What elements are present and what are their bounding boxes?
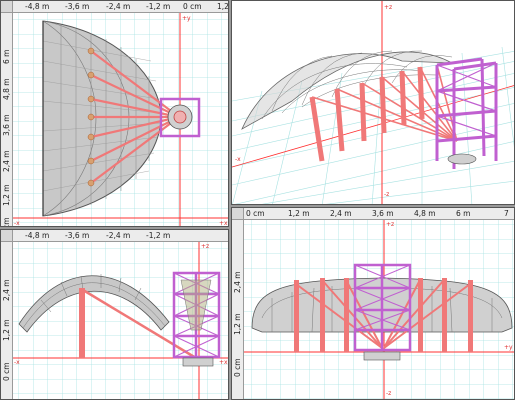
ruler-tick: 0 cm — [183, 2, 202, 11]
axis-label: +z — [384, 4, 393, 11]
ruler-tick: 1,2 m — [2, 319, 11, 341]
ruler-tick: -3,6 m — [65, 231, 90, 240]
ruler-tick: -3,6 m — [65, 2, 90, 11]
viewport-front[interactable]: -4,8 m -3,6 m -2,4 m -1,2 m 2,4 m 1,2 m … — [0, 229, 229, 400]
axis-label: +x — [219, 359, 228, 366]
vertical-ruler[interactable]: 2,4 m 1,2 m 0 cm — [232, 219, 244, 399]
ruler-tick: 2,4 m — [2, 279, 11, 301]
horizontal-ruler[interactable]: -4,8 m -3,6 m -2,4 m -1,2 m 0 cm 1,2 — [1, 1, 228, 13]
vertical-ruler[interactable]: 6 m 4,8 m 3,6 m 2,4 m 1,2 m 0 cm — [1, 12, 13, 226]
ruler-tick: -1,2 m — [146, 231, 171, 240]
ruler-tick: 1,2 m — [233, 313, 242, 335]
ruler-tick: 2,4 m — [330, 209, 352, 218]
ruler-tick: 0 cm — [246, 209, 265, 218]
ruler-tick: -4,8 m — [25, 231, 50, 240]
ruler-tick: 4,8 m — [2, 78, 11, 100]
ruler-tick: 1,2 m — [2, 184, 11, 206]
horizontal-ruler[interactable]: -4,8 m -3,6 m -2,4 m -1,2 m — [1, 230, 228, 242]
horizontal-ruler[interactable]: 0 cm 1,2 m 2,4 m 3,6 m 4,8 m 6 m 7 — [232, 208, 514, 220]
ruler-tick: 1,2 — [217, 2, 229, 11]
ruler-corner — [232, 208, 244, 220]
axis-label: +y — [182, 15, 191, 22]
viewport-perspective[interactable]: +z -z -x — [231, 0, 515, 205]
ruler-tick: 0 cm — [233, 358, 242, 377]
axis-label: -x — [14, 220, 20, 227]
axis-label: -x — [235, 156, 241, 163]
viewport-front-canvas — [12, 241, 228, 399]
ruler-tick: 6 m — [456, 209, 471, 218]
ruler-tick: 0 cm — [2, 217, 11, 227]
ruler-corner — [1, 1, 13, 13]
viewport-side[interactable]: 0 cm 1,2 m 2,4 m 3,6 m 4,8 m 6 m 7 2,4 m… — [231, 207, 515, 400]
ruler-tick: 0 cm — [2, 362, 11, 381]
axis-label: +y — [504, 344, 513, 351]
axis-label: +z — [201, 243, 210, 250]
viewport-side-canvas — [243, 219, 514, 399]
ruler-tick: -1,2 m — [146, 2, 171, 11]
ruler-tick: -2,4 m — [106, 231, 131, 240]
ruler-tick: -2,4 m — [106, 2, 131, 11]
axis-label: +x — [219, 220, 228, 227]
ruler-tick: 6 m — [2, 49, 11, 64]
viewport-top-canvas — [12, 12, 228, 226]
ruler-tick: 3,6 m — [372, 209, 394, 218]
viewport-top[interactable]: -4,8 m -3,6 m -2,4 m -1,2 m 0 cm 1,2 6 m… — [0, 0, 229, 227]
ruler-tick: 2,4 m — [233, 271, 242, 293]
ruler-tick: 3,6 m — [2, 114, 11, 136]
ruler-tick: 4,8 m — [414, 209, 436, 218]
axis-label: +z — [386, 221, 395, 228]
ruler-tick: 1,2 m — [288, 209, 310, 218]
ruler-tick: 7 — [504, 209, 509, 218]
ruler-tick: 2,4 m — [2, 150, 11, 172]
viewport-perspective-canvas — [232, 1, 514, 204]
ruler-tick: -4,8 m — [25, 2, 50, 11]
ruler-corner — [1, 230, 13, 242]
axis-label: -z — [386, 390, 392, 397]
vertical-ruler[interactable]: 2,4 m 1,2 m 0 cm — [1, 241, 13, 399]
axis-label: -x — [14, 359, 20, 366]
axis-label: -z — [384, 191, 390, 198]
